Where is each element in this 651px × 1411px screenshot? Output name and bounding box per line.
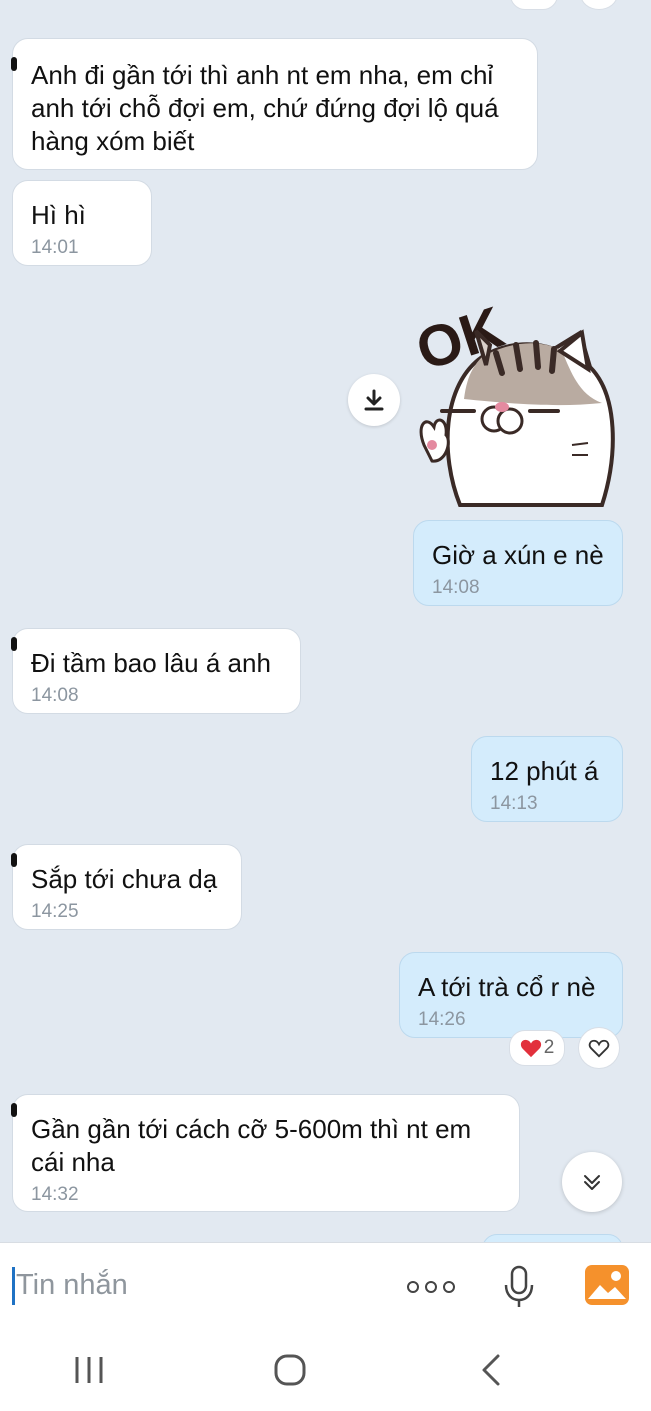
heart-icon xyxy=(520,1039,541,1058)
microphone-icon xyxy=(504,1265,534,1307)
message-bubble-outgoing-partial[interactable] xyxy=(482,1234,623,1242)
message-time: 14:08 xyxy=(432,577,480,598)
scroll-down-icon xyxy=(584,1175,600,1190)
back-button[interactable] xyxy=(478,1352,504,1388)
sender-indicator xyxy=(11,853,17,867)
sender-indicator xyxy=(11,637,17,651)
message-text: Gần gần tới cách cỡ 5-600m thì nt em cái… xyxy=(31,1114,472,1177)
message-text: A tới trà cổ r nè xyxy=(418,972,596,1002)
recent-apps-icon xyxy=(75,1357,103,1383)
message-bubble-outgoing[interactable]: A tới trà cổ r nè 14:26 xyxy=(399,952,623,1038)
image-icon xyxy=(585,1265,629,1305)
heart-icon xyxy=(588,1039,610,1058)
system-navigation-bar xyxy=(0,1330,651,1411)
message-text: Anh đi gần tới thì anh nt em nha, em chỉ… xyxy=(31,60,499,156)
download-sticker-button[interactable] xyxy=(348,374,400,426)
message-time: 14:26 xyxy=(418,1009,466,1030)
sticker-ok-cat[interactable]: OK xyxy=(409,294,622,507)
reaction-summary[interactable]: 2 xyxy=(509,1030,565,1066)
message-bubble-incoming[interactable]: Hì hì 14:01 xyxy=(12,180,152,266)
reaction-count: 2 xyxy=(543,1037,555,1058)
voice-button[interactable] xyxy=(502,1265,536,1309)
message-time: 14:25 xyxy=(31,901,79,922)
scroll-to-bottom-button[interactable] xyxy=(562,1152,622,1212)
recent-apps-button[interactable] xyxy=(72,1354,106,1386)
message-time: 14:32 xyxy=(31,1184,79,1205)
message-time: 14:13 xyxy=(490,793,538,814)
home-button[interactable] xyxy=(272,1353,308,1387)
download-icon xyxy=(364,389,384,411)
image-button[interactable] xyxy=(584,1263,630,1307)
message-text: 12 phút á xyxy=(490,756,599,786)
message-time: 14:08 xyxy=(31,685,79,706)
message-text: Giờ a xún e nè xyxy=(432,540,604,570)
message-bubble-outgoing[interactable]: 12 phút á 14:13 xyxy=(471,736,623,822)
message-text: Hì hì xyxy=(31,200,86,230)
top-partial-reaction-right[interactable] xyxy=(580,0,618,10)
message-bubble-incoming[interactable]: Anh đi gần tới thì anh nt em nha, em chỉ… xyxy=(11,38,538,170)
sender-indicator xyxy=(11,1103,17,1117)
sender-indicator xyxy=(11,57,17,71)
message-time: 14:01 xyxy=(31,237,79,258)
message-bubble-incoming[interactable]: Sắp tới chưa dạ 14:25 xyxy=(11,844,242,930)
message-text: Sắp tới chưa dạ xyxy=(31,864,218,894)
home-icon xyxy=(274,1354,306,1386)
message-input[interactable]: Tin nhắn xyxy=(16,1269,128,1302)
back-icon xyxy=(482,1354,500,1386)
message-bubble-outgoing[interactable]: Giờ a xún e nè 14:08 xyxy=(413,520,623,606)
message-composer: Tin nhắn xyxy=(0,1242,651,1331)
chat-area[interactable]: Anh đi gần tới thì anh nt em nha, em chỉ… xyxy=(0,0,651,1242)
top-partial-reaction-left[interactable] xyxy=(510,0,558,10)
react-button[interactable] xyxy=(578,1027,620,1069)
message-bubble-incoming[interactable]: Đi tầm bao lâu á anh 14:08 xyxy=(11,628,301,714)
text-caret xyxy=(12,1267,15,1305)
message-bubble-incoming[interactable]: Gần gần tới cách cỡ 5-600m thì nt em cái… xyxy=(11,1094,520,1212)
more-icon xyxy=(407,1281,455,1293)
more-button[interactable] xyxy=(406,1275,456,1299)
message-text: Đi tầm bao lâu á anh xyxy=(31,648,271,678)
